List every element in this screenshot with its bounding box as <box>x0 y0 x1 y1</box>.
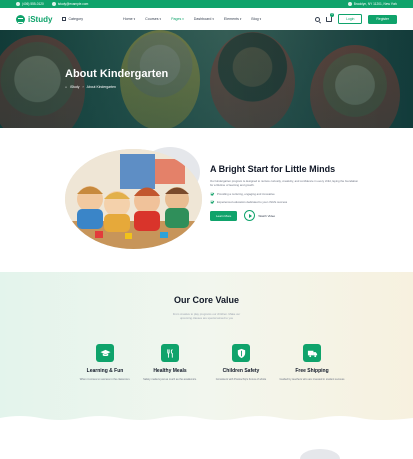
value-card-meals: Healthy Meals Safety matters just as muc… <box>137 344 203 382</box>
value-card-safety: Children Safety Consistent with Pretosch… <box>208 344 274 382</box>
breadcrumb: ⌂ iStudy › About Kindergarten <box>65 85 116 89</box>
chevron-down-icon: ▾ <box>133 17 136 21</box>
intro-section: A Bright Start for Little Minds Our kind… <box>210 164 360 221</box>
mail-icon <box>51 2 56 7</box>
nav-pages[interactable]: Pages▾ <box>171 17 184 21</box>
graduation-cap-icon <box>99 349 111 356</box>
nav-blog[interactable]: Blog▾ <box>251 17 261 21</box>
intro-title: A Bright Start for Little Minds <box>210 164 336 174</box>
main-header: iStudy Category Home▾ Courses▾ Pages▾ Da… <box>0 8 413 30</box>
register-button[interactable]: Register <box>368 14 397 24</box>
nav-home[interactable]: Home▾ <box>123 17 135 21</box>
chevron-down-icon: ▾ <box>259 17 262 21</box>
breadcrumb-home[interactable]: iStudy <box>70 85 79 89</box>
site-logo[interactable]: iStudy <box>16 14 52 24</box>
shield-icon <box>237 348 245 358</box>
core-values-section: Our Core Value From creative to play pro… <box>0 272 413 422</box>
utensils-icon <box>166 348 173 358</box>
chevron-down-icon: ▾ <box>159 17 162 21</box>
cart-count-badge: 0 <box>330 12 335 17</box>
check-icon <box>210 200 214 204</box>
section-title: Our Core Value <box>173 295 240 305</box>
cart-icon[interactable]: 0 <box>326 12 335 22</box>
kids-photo-illustration <box>65 149 202 249</box>
phone-contact[interactable]: (406) 555-0120 <box>16 2 44 7</box>
watch-video-link[interactable]: Watch Video <box>258 214 275 218</box>
chevron-down-icon: ▾ <box>239 17 242 21</box>
home-icon: ⌂ <box>65 85 68 89</box>
category-menu[interactable]: Category <box>62 17 83 21</box>
search-icon[interactable] <box>315 16 321 22</box>
logo-icon <box>16 14 25 24</box>
hero-overlay <box>0 30 413 128</box>
wave-divider <box>0 416 413 422</box>
decorative-blob-bottom <box>300 449 340 459</box>
truck-icon <box>307 350 317 357</box>
email-contact[interactable]: istudy@example.com <box>51 2 88 7</box>
nav-courses[interactable]: Courses▾ <box>145 17 161 21</box>
intro-bullet: Experienced educators dedicated to your … <box>210 200 360 204</box>
value-card-shipping: Free Shipping Guided by teachers who are… <box>279 344 345 382</box>
top-bar: (406) 555-0120 istudy@example.com Brookl… <box>0 0 413 8</box>
breadcrumb-separator: › <box>82 85 84 89</box>
address-contact: Brooklyn, NY 11201, New York <box>347 2 397 7</box>
value-card-learning: Learning & Fun When it comes to success … <box>72 344 138 382</box>
intro-image <box>65 149 202 249</box>
learn-more-button[interactable]: Learn More <box>210 210 238 221</box>
breadcrumb-current: About Kindergarten <box>86 85 116 89</box>
phone-icon <box>16 2 20 7</box>
nav-dashboard[interactable]: Dashboard▾ <box>194 17 214 21</box>
intro-text: Our kindergarten program is designed to … <box>210 179 359 187</box>
main-nav: Home▾ Courses▾ Pages▾ Dashboard▾ Element… <box>123 17 261 21</box>
play-icon[interactable] <box>244 210 256 221</box>
page-title: About Kindergarten <box>65 68 169 80</box>
location-icon <box>347 2 352 7</box>
login-button[interactable]: Login <box>338 14 363 24</box>
section-subtitle: From creative to play programs our child… <box>172 312 241 321</box>
chevron-down-icon: ▾ <box>182 17 184 21</box>
check-icon <box>210 192 214 196</box>
page-hero: About Kindergarten ⌂ iStudy › About Kind… <box>0 30 413 128</box>
nav-elements[interactable]: Elements▾ <box>224 17 242 21</box>
grid-icon <box>62 17 67 21</box>
chevron-down-icon: ▾ <box>212 17 214 21</box>
intro-bullet: Providing a nurturing, engaging and inno… <box>210 192 360 196</box>
